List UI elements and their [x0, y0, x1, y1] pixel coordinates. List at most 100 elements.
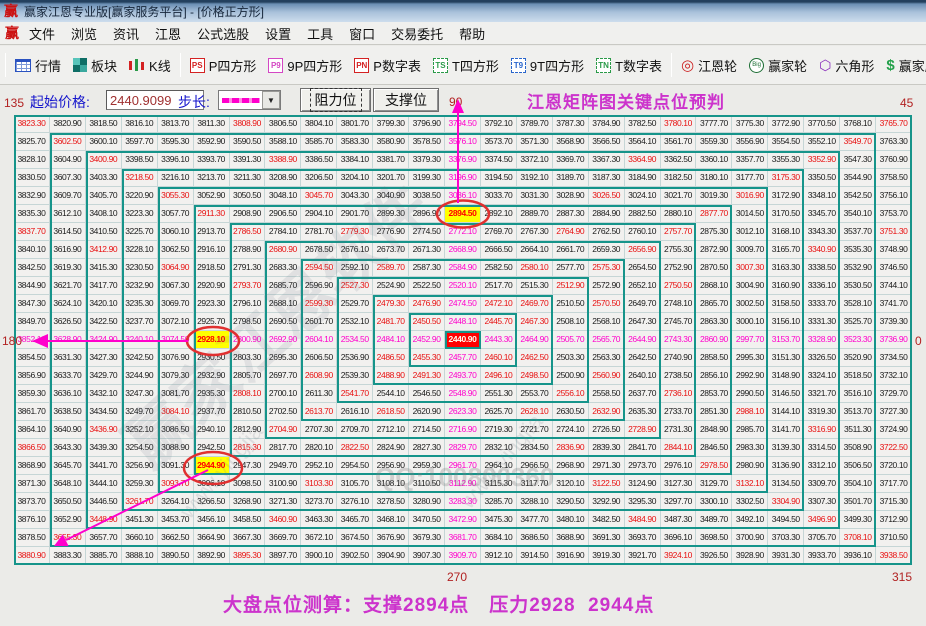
gann-cell: 3100.90: [265, 475, 302, 493]
gann-cell: 3108.10: [373, 475, 410, 493]
gann-cell: 3585.70: [301, 133, 338, 151]
chevron-down-icon[interactable]: ▼: [262, 91, 280, 109]
toolbar-button-0[interactable]: 行情: [9, 54, 67, 77]
gann-cell: 3312.10: [804, 457, 841, 475]
gann-cell: 3218.50: [121, 169, 158, 187]
menu-item-6[interactable]: 工具: [299, 22, 341, 45]
gann-cell: 3105.70: [337, 475, 374, 493]
gann-cell: 2812.90: [229, 421, 266, 439]
gann-cell: 3840.10: [14, 241, 50, 259]
menu-item-4[interactable]: 公式选股: [189, 22, 257, 45]
menu-item-9[interactable]: 帮助: [451, 22, 493, 45]
gann-cell: 3482.50: [588, 511, 625, 529]
gann-cell: 3794.50: [445, 115, 481, 133]
toolbar-button-7[interactable]: T9 9T四方形: [505, 54, 590, 77]
gann-cell: 3492.10: [732, 511, 769, 529]
gann-cell: 3309.70: [804, 475, 841, 493]
toolbar-button-1[interactable]: 板块: [67, 54, 123, 77]
angle-label-0: 0: [915, 334, 922, 348]
gann-cell: 3014.50: [732, 205, 769, 223]
menu-item-5[interactable]: 设置: [257, 22, 299, 45]
gann-cell: 2520.10: [445, 277, 481, 295]
gann-cell: 3069.70: [157, 295, 194, 313]
gann-cell: 3638.50: [49, 403, 86, 421]
menu-item-3[interactable]: 江恩: [147, 22, 189, 45]
gann-cell: 3412.90: [85, 241, 122, 259]
gann-cell: 3456.10: [193, 511, 230, 529]
gann-cell: 2791.30: [229, 259, 266, 277]
gann-cell: 2575.30: [588, 259, 625, 277]
menu-item-2[interactable]: 资讯: [105, 22, 147, 45]
gann-cell: 3429.70: [85, 367, 122, 385]
toolbar-button-9[interactable]: ◎ 江恩轮: [675, 54, 743, 77]
gann-cell: 2769.70: [480, 223, 517, 241]
gann-cell: 2856.10: [696, 367, 733, 385]
gann-cell: 3357.70: [732, 151, 769, 169]
gann-cell: 2887.30: [552, 205, 589, 223]
menu-item-8[interactable]: 交易委托: [383, 22, 451, 45]
gann-cell: 3151.30: [768, 349, 805, 367]
gann-cell: 2664.10: [516, 241, 553, 259]
gann-cell: 3612.10: [49, 205, 86, 223]
gann-cell: 3724.90: [876, 421, 912, 439]
gann-cell: 3727.30: [876, 403, 912, 421]
gann-cell: 3880.90: [14, 547, 50, 565]
support-button[interactable]: 支撑位: [373, 88, 439, 112]
gann-cell: 3252.10: [121, 421, 158, 439]
gann-cell: 2829.70: [445, 439, 481, 457]
toolbar-button-3[interactable]: PS P四方形: [184, 54, 263, 77]
gann-cell: 3278.50: [373, 493, 410, 511]
gann-cell: 2599.30: [301, 295, 338, 313]
gann-cell: 3300.10: [696, 493, 733, 511]
window-title: 赢家江恩专业版[赢家服务平台] - [价格正方形]: [24, 4, 265, 19]
gann-cell: 3112.90: [445, 475, 481, 493]
gann-cell: 3420.10: [85, 295, 122, 313]
gann-cell: 3864.10: [14, 421, 50, 439]
gann-cell: 3031.30: [516, 187, 553, 205]
gann-cell: 3681.70: [445, 529, 481, 547]
box-icon: PN: [354, 57, 370, 73]
toolbar-label: K线: [149, 58, 171, 74]
gann-cell: 3597.70: [121, 133, 158, 151]
gann-cell: 2676.10: [337, 241, 374, 259]
toolbar-button-2[interactable]: K线: [123, 54, 177, 77]
gann-cell: 2841.70: [624, 439, 661, 457]
menu-item-1[interactable]: 浏览: [63, 22, 105, 45]
gann-cell: 3132.10: [732, 475, 769, 493]
menu-item-7[interactable]: 窗口: [341, 22, 383, 45]
gann-cell: 3576.10: [445, 133, 481, 151]
gann-cell: 3369.70: [552, 151, 589, 169]
gann-cell: 3708.10: [840, 529, 877, 547]
gann-cell: 2863.30: [696, 313, 733, 331]
start-price-label: 起始价格:: [30, 94, 90, 110]
gann-cell: 2546.50: [409, 385, 446, 403]
toolbar-button-8[interactable]: TN T数字表: [590, 54, 668, 77]
resistance-button[interactable]: 阻力位: [300, 88, 371, 112]
gann-cell: 3513.70: [840, 403, 877, 421]
gann-cell: 3165.70: [768, 241, 805, 259]
gann-cell: 2736.10: [660, 385, 697, 403]
gann-cell: 3645.70: [49, 457, 86, 475]
toolbar-button-11[interactable]: ⬡ 六角形: [813, 54, 880, 77]
gann-cell: 3890.50: [157, 547, 194, 565]
toolbar-button-5[interactable]: PN P数字表: [348, 54, 427, 77]
gann-cell: 3652.90: [49, 511, 86, 529]
menu-item-0[interactable]: 文件: [21, 22, 63, 45]
toolbar-button-4[interactable]: P9 9P四方形: [262, 54, 348, 77]
toolbar-button-10[interactable]: Big 赢家轮: [743, 54, 813, 77]
gann-cell: 3830.50: [14, 169, 50, 187]
gann-cell: 3664.90: [193, 529, 230, 547]
toolbar-button-12[interactable]: $赢家服务: [880, 54, 926, 77]
gann-cell: 2992.90: [732, 367, 769, 385]
gann-cell: 2496.10: [480, 367, 517, 385]
gann-cell: 3196.90: [445, 169, 481, 187]
gann-cell: 2858.50: [696, 349, 733, 367]
gann-center-cell: 2440.90: [445, 331, 481, 349]
toolbar-button-6[interactable]: TS T四方形: [427, 54, 505, 77]
gann-cell: 3064.90: [157, 259, 194, 277]
gann-cell: 2450.50: [409, 313, 446, 331]
gann-cell: 2563.30: [588, 349, 625, 367]
gann-cell: 2839.30: [588, 439, 625, 457]
gann-cell: 3621.70: [49, 277, 86, 295]
step-combobox[interactable]: ▼: [218, 90, 281, 110]
